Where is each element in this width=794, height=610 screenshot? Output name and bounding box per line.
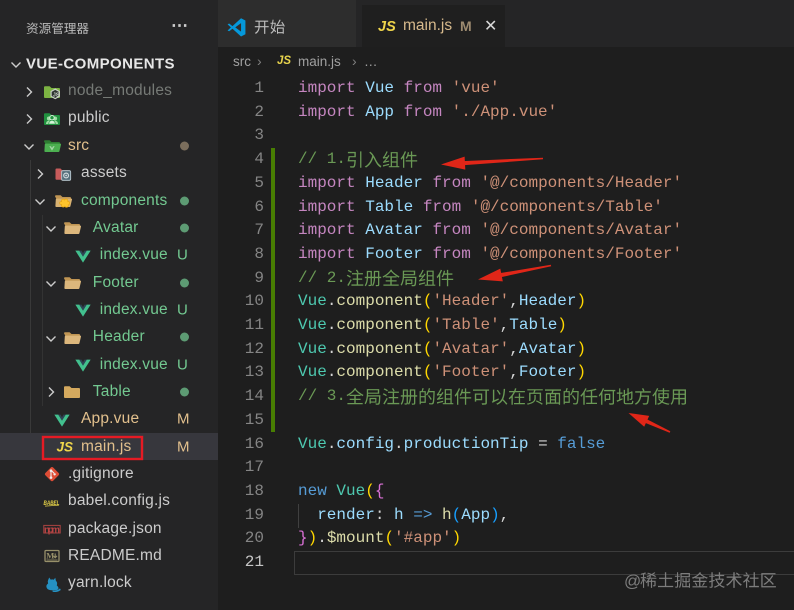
svg-text:npm: npm [44, 525, 60, 536]
svg-text:M: M [46, 551, 54, 561]
svg-text:JS: JS [53, 92, 60, 98]
